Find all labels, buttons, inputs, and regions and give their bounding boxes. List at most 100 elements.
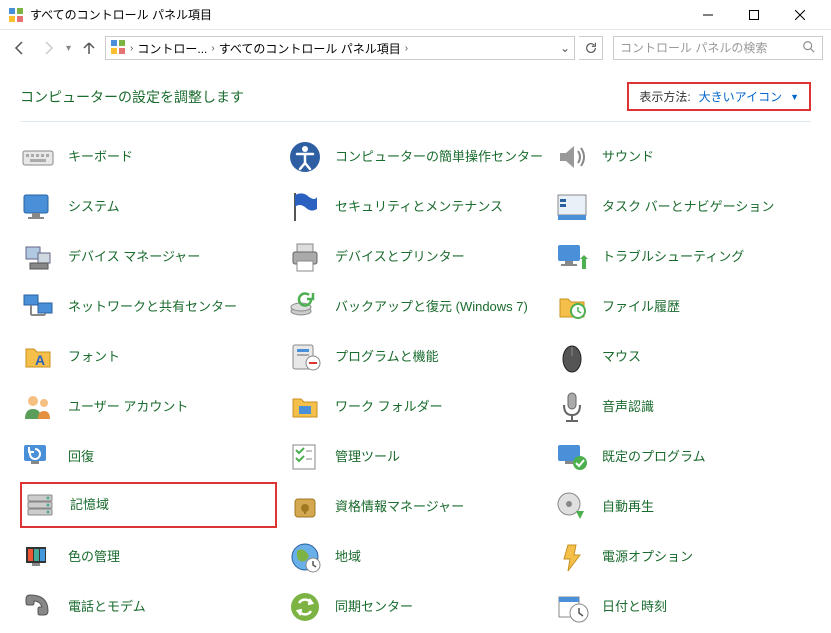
fonts-icon: A <box>20 339 56 375</box>
refresh-button[interactable] <box>579 36 603 60</box>
search-input[interactable] <box>620 41 802 55</box>
address-dropdown-icon[interactable]: ⌄ <box>560 41 570 55</box>
item-label: ワーク フォルダー <box>335 399 443 416</box>
flag-icon <box>287 189 323 225</box>
device-manager-icon <box>20 239 56 275</box>
chevron-down-icon[interactable]: ▼ <box>790 92 799 102</box>
forward-button[interactable] <box>36 36 60 60</box>
item-recovery[interactable]: 回復 <box>20 432 277 482</box>
item-color-management[interactable]: 色の管理 <box>20 532 277 582</box>
item-default-programs[interactable]: 既定のプログラム <box>554 432 811 482</box>
item-label: 色の管理 <box>68 549 120 566</box>
close-button[interactable] <box>777 0 823 30</box>
clock-icon <box>554 589 590 625</box>
item-speech[interactable]: 音声認識 <box>554 382 811 432</box>
chevron-right-icon[interactable]: › <box>130 43 133 54</box>
default-programs-icon <box>554 439 590 475</box>
item-label: ネットワークと共有センター <box>68 299 237 316</box>
item-programs[interactable]: プログラムと機能 <box>287 332 544 382</box>
breadcrumb-segment[interactable]: すべてのコントロール パネル項目 <box>219 40 401 57</box>
file-history-icon <box>554 289 590 325</box>
item-label: サウンド <box>602 149 654 166</box>
keyboard-icon <box>20 139 56 175</box>
control-panel-grid: キーボード コンピューターの簡単操作センター サウンド システム セキュリティと… <box>0 132 831 632</box>
chevron-right-icon[interactable]: › <box>405 43 408 54</box>
control-panel-small-icon <box>110 39 126 58</box>
item-backup[interactable]: バックアップと復元 (Windows 7) <box>287 282 544 332</box>
ease-of-access-icon <box>287 139 323 175</box>
up-button[interactable] <box>77 36 101 60</box>
item-label: 回復 <box>68 449 94 466</box>
users-icon <box>20 389 56 425</box>
item-label: 同期センター <box>335 599 413 616</box>
item-fonts[interactable]: A フォント <box>20 332 277 382</box>
storage-icon <box>22 487 58 523</box>
recent-dropdown-icon[interactable]: ▾ <box>64 43 73 54</box>
item-sync-center[interactable]: 同期センター <box>287 582 544 632</box>
maximize-button[interactable] <box>731 0 777 30</box>
microphone-icon <box>554 389 590 425</box>
item-label: セキュリティとメンテナンス <box>335 199 503 216</box>
item-work-folders[interactable]: ワーク フォルダー <box>287 382 544 432</box>
item-security[interactable]: セキュリティとメンテナンス <box>287 182 544 232</box>
item-admin-tools[interactable]: 管理ツール <box>287 432 544 482</box>
item-file-history[interactable]: ファイル履歴 <box>554 282 811 332</box>
search-box[interactable] <box>613 36 823 60</box>
item-date-time[interactable]: 日付と時刻 <box>554 582 811 632</box>
item-devices-printers[interactable]: デバイスとプリンター <box>287 232 544 282</box>
item-label: ユーザー アカウント <box>68 399 188 416</box>
troubleshoot-icon <box>554 239 590 275</box>
item-keyboard[interactable]: キーボード <box>20 132 277 182</box>
title-bar: すべてのコントロール パネル項目 <box>0 0 831 30</box>
item-label: 地域 <box>335 549 361 566</box>
item-label: ファイル履歴 <box>602 299 680 316</box>
search-icon[interactable] <box>802 40 816 57</box>
breadcrumb-segment[interactable]: コントロー... <box>137 40 207 57</box>
view-mode-control[interactable]: 表示方法: 大きいアイコン ▼ <box>627 82 811 111</box>
window-title: すべてのコントロール パネル項目 <box>30 6 685 23</box>
item-network[interactable]: ネットワークと共有センター <box>20 282 277 332</box>
item-label: デバイス マネージャー <box>68 249 200 266</box>
item-label: 自動再生 <box>602 499 654 516</box>
back-button[interactable] <box>8 36 32 60</box>
programs-icon <box>287 339 323 375</box>
item-power[interactable]: 電源オプション <box>554 532 811 582</box>
chevron-right-icon[interactable]: › <box>211 43 214 54</box>
item-sound[interactable]: サウンド <box>554 132 811 182</box>
recovery-icon <box>20 439 56 475</box>
globe-icon <box>287 539 323 575</box>
work-folders-icon <box>287 389 323 425</box>
item-label: 記憶域 <box>70 497 109 514</box>
admin-tools-icon <box>287 439 323 475</box>
phone-icon <box>20 589 56 625</box>
autoplay-icon <box>554 489 590 525</box>
separator <box>20 121 811 122</box>
svg-text:A: A <box>35 352 45 368</box>
item-label: 既定のプログラム <box>602 449 706 466</box>
item-credential-manager[interactable]: 資格情報マネージャー <box>287 482 544 532</box>
item-label: 電源オプション <box>602 549 693 566</box>
item-phone-modem[interactable]: 電話とモデム <box>20 582 277 632</box>
item-mouse[interactable]: マウス <box>554 332 811 382</box>
sync-icon <box>287 589 323 625</box>
item-label: デバイスとプリンター <box>335 249 465 266</box>
view-mode-value[interactable]: 大きいアイコン <box>699 88 782 105</box>
minimize-button[interactable] <box>685 0 731 30</box>
item-label: キーボード <box>68 149 133 166</box>
item-device-manager[interactable]: デバイス マネージャー <box>20 232 277 282</box>
item-user-accounts[interactable]: ユーザー アカウント <box>20 382 277 432</box>
item-storage[interactable]: 記憶域 <box>22 487 109 523</box>
item-label: コンピューターの簡単操作センター <box>335 149 543 166</box>
item-autoplay[interactable]: 自動再生 <box>554 482 811 532</box>
item-region[interactable]: 地域 <box>287 532 544 582</box>
item-label: 音声認識 <box>602 399 654 416</box>
item-label: 資格情報マネージャー <box>335 499 464 516</box>
item-troubleshoot[interactable]: トラブルシューティング <box>554 232 811 282</box>
item-label: プログラムと機能 <box>335 349 439 366</box>
item-system[interactable]: システム <box>20 182 277 232</box>
item-label: システム <box>68 199 120 216</box>
address-bar[interactable]: › コントロー... › すべてのコントロール パネル項目 › ⌄ <box>105 36 575 60</box>
item-taskbar[interactable]: タスク バーとナビゲーション <box>554 182 811 232</box>
item-ease-of-access[interactable]: コンピューターの簡単操作センター <box>287 132 544 182</box>
nav-bar: ▾ › コントロー... › すべてのコントロール パネル項目 › ⌄ <box>0 30 831 66</box>
